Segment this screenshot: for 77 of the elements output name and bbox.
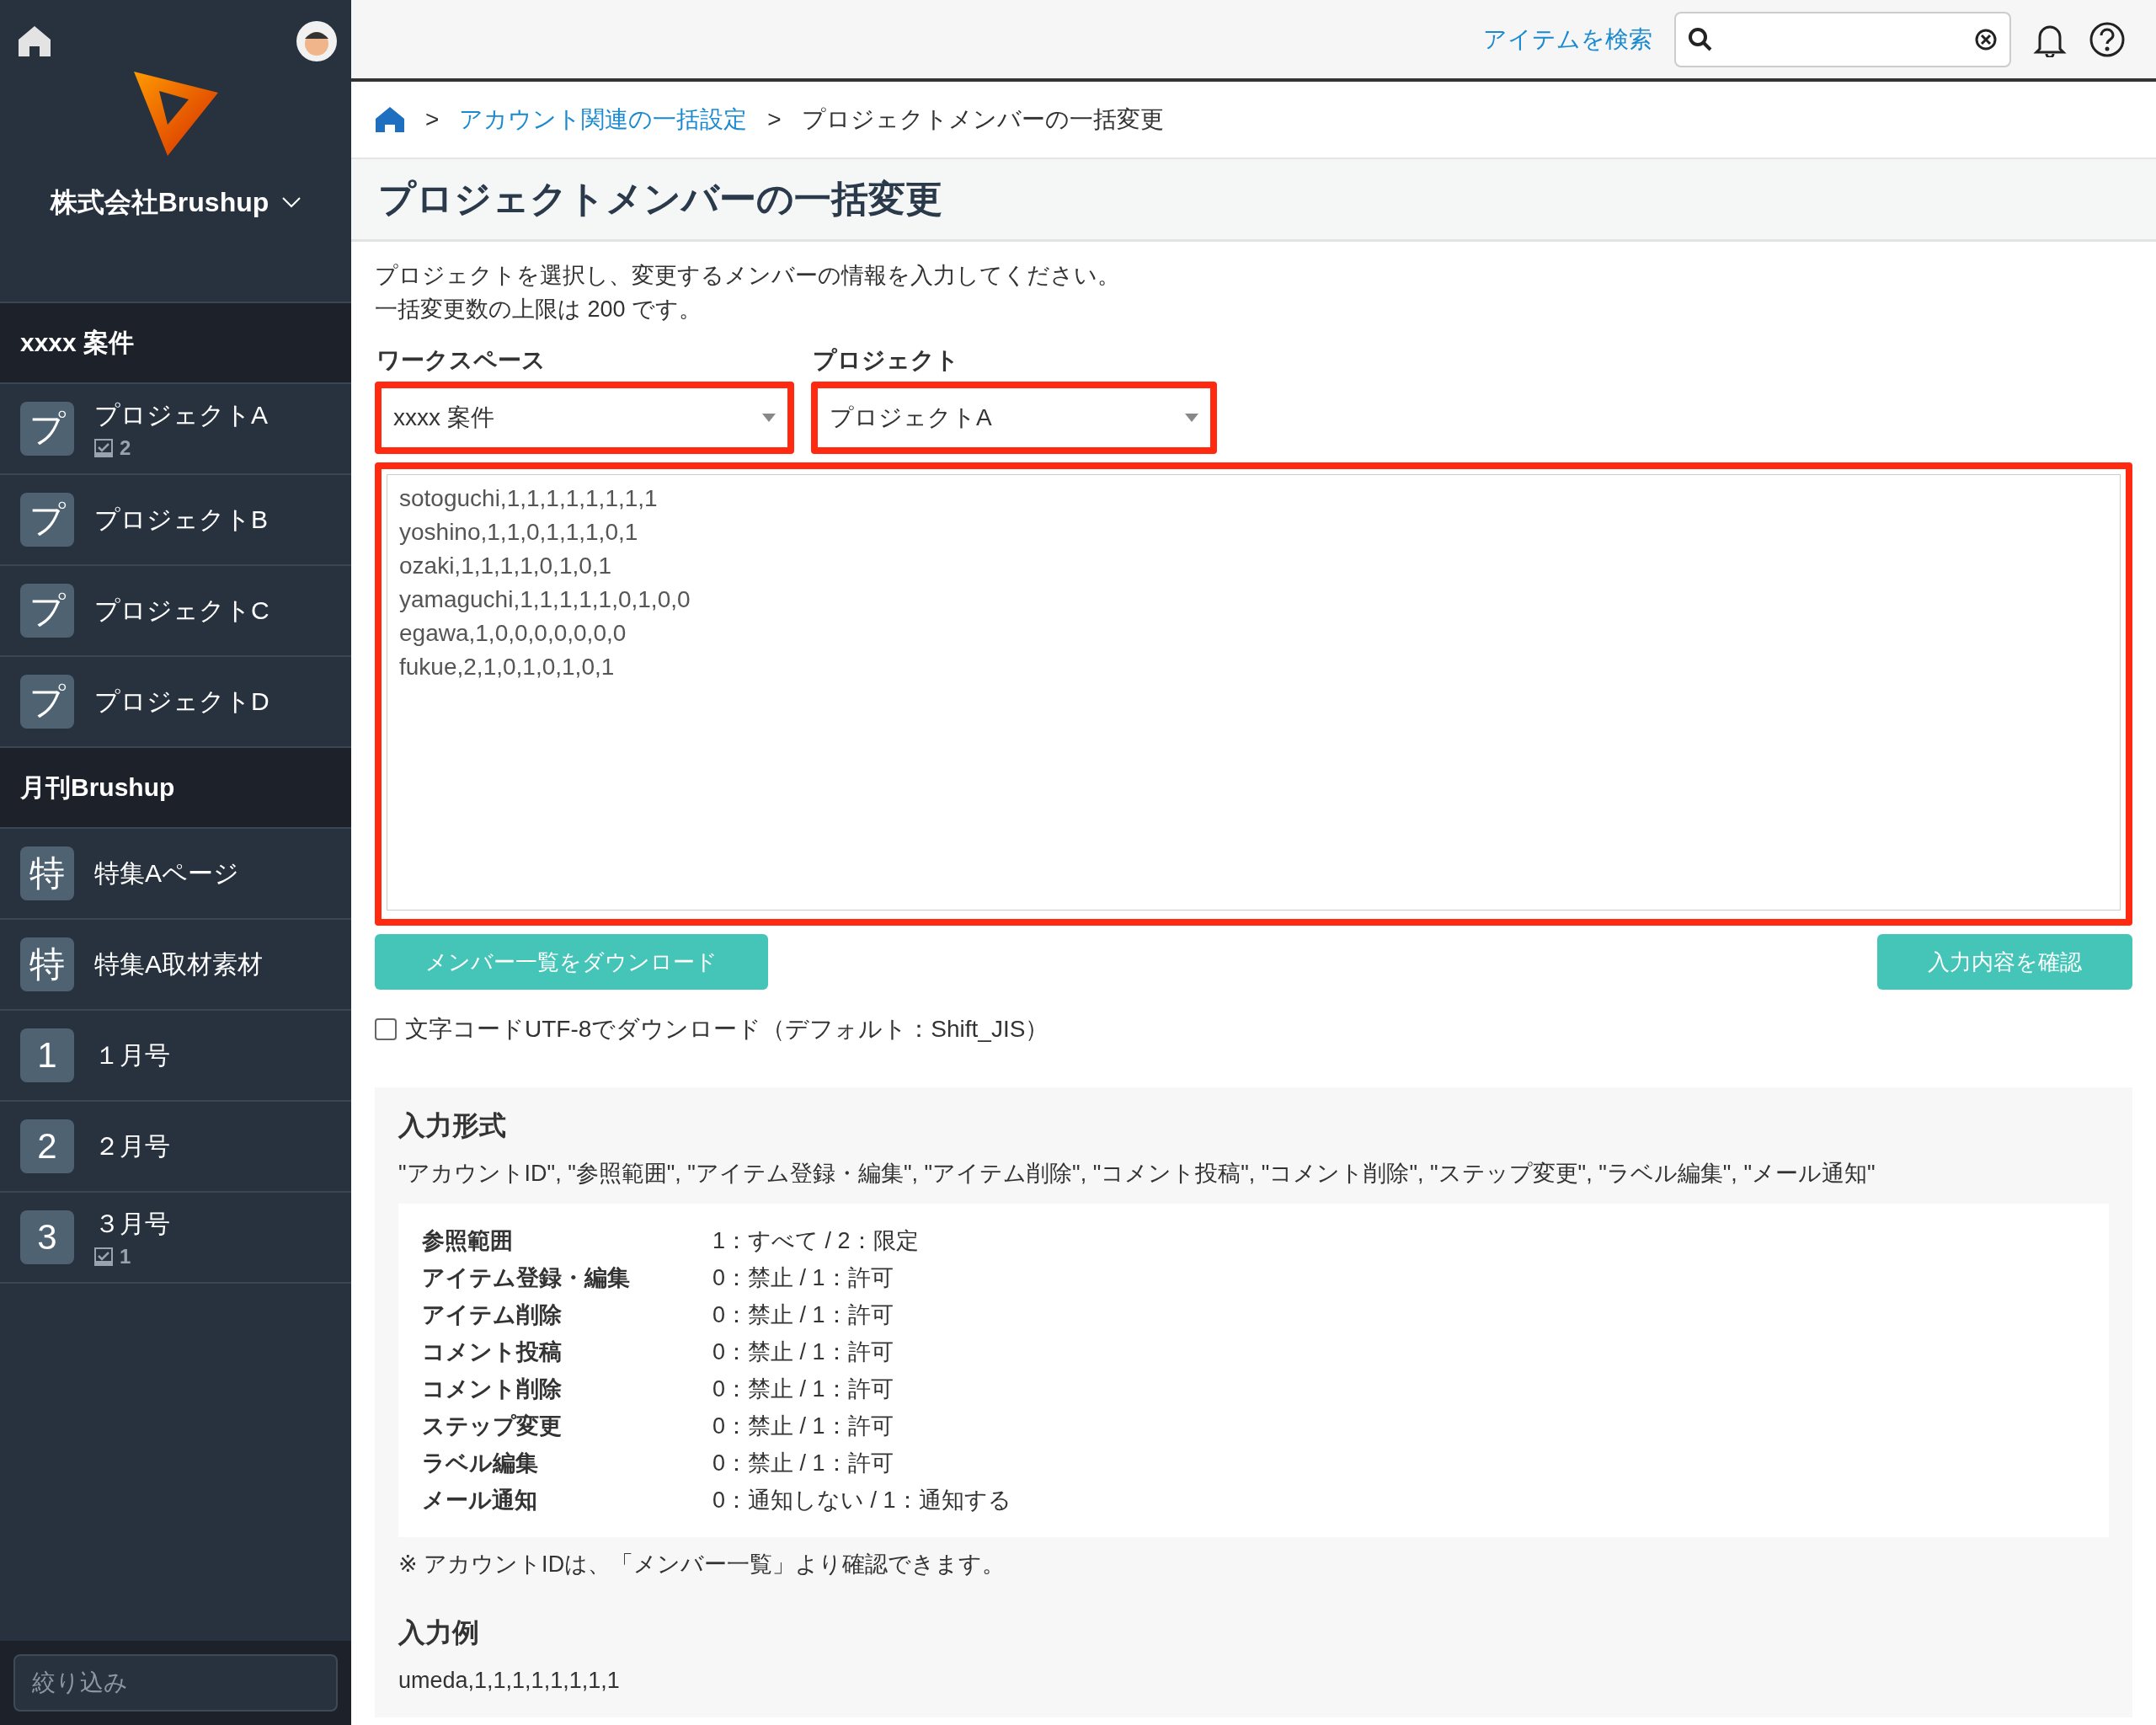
project-tile: 特	[20, 937, 74, 991]
chevron-down-icon	[282, 197, 302, 209]
project-name: １月号	[94, 1039, 170, 1071]
home-icon[interactable]	[17, 24, 52, 58]
project-item[interactable]: 3 ３月号 1	[0, 1193, 351, 1284]
project-item[interactable]: プ プロジェクトB	[0, 475, 351, 566]
project-tile: 2	[20, 1119, 74, 1173]
field-label: ワークスペース	[376, 346, 547, 375]
page-title: プロジェクトメンバーの一括変更	[351, 159, 2156, 242]
project-name: ３月号	[94, 1208, 170, 1239]
filter-field[interactable]: 絞り込み	[13, 1654, 338, 1712]
project-tile: 1	[20, 1028, 74, 1082]
member-input-field[interactable]: sotoguchi,1,1,1,1,1,1,1,1 yoshino,1,1,0,1,1,1,0,1 ozaki,1,1,1,1,0,1,0,1 yamaguchi,1,1,1,1,1,0,1,0,0 egawa,1,0,0,0,0,0,0,0 fukue,2,1,0,1,0,1,0,1	[387, 474, 2121, 911]
table-value: 0：禁止 / 1：許可	[712, 1413, 894, 1440]
project-item[interactable]: 2 ２月号	[0, 1102, 351, 1193]
help-icon[interactable]	[2089, 20, 2126, 58]
breadcrumb-link[interactable]: アカウント関連の一括設定	[459, 104, 748, 136]
dropdown-caret-icon	[762, 414, 776, 422]
workspace-heading[interactable]: 月刊Brushup	[0, 748, 351, 829]
project-tile: プ	[20, 584, 74, 638]
table-label: ステップ変更	[422, 1413, 563, 1440]
intro-text: プロジェクトを選択し、変更するメンバーの情報を入力してください。	[375, 262, 1121, 290]
project-name: プロジェクトD	[94, 686, 270, 717]
table-value: 0：禁止 / 1：許可	[712, 1450, 894, 1477]
project-tile: 特	[20, 846, 74, 900]
company-switcher[interactable]: 株式会社Brushup	[45, 184, 307, 222]
project-item[interactable]: プ プロジェクトA 2	[0, 384, 351, 475]
home-icon[interactable]	[375, 106, 405, 133]
workspace-heading[interactable]: xxxx 案件	[0, 303, 351, 384]
project-name: プロジェクトB	[94, 504, 268, 535]
column-list-text: "アカウントID", "参照範囲", "アイテム登録・編集", "アイテム削除", "コメント投稿", "コメント削除", "ステップ変更", "ラベル編集", "メール通知"	[398, 1160, 1876, 1188]
section-heading: 入力例	[398, 1616, 480, 1649]
checkbox[interactable]	[375, 1018, 397, 1040]
table-label: メール通知	[422, 1487, 538, 1514]
project-item[interactable]: 特 特集Aページ	[0, 829, 351, 920]
project-tile: 3	[20, 1210, 74, 1264]
project-name: プロジェクトA	[94, 399, 268, 430]
table-label: アイテム削除	[422, 1301, 563, 1329]
task-count-icon	[94, 438, 113, 457]
checkbox-label[interactable]: 文字コードUTF-8でダウンロード（デフォルト：Shift_JIS）	[405, 1013, 1049, 1045]
table-value: 0：禁止 / 1：許可	[712, 1375, 894, 1403]
breadcrumb-current: プロジェクトメンバーの一括変更	[801, 105, 1164, 134]
field-label: プロジェクト	[812, 346, 960, 375]
dropdown-caret-icon	[1185, 414, 1198, 422]
task-count: 2	[120, 435, 131, 460]
project-name: ２月号	[94, 1130, 170, 1162]
table-value: 0：禁止 / 1：許可	[712, 1264, 894, 1292]
project-tile: プ	[20, 402, 74, 456]
task-count: 1	[120, 1244, 131, 1268]
table-value: 1：すべて / 2：限定	[712, 1227, 920, 1255]
project-item[interactable]: 特 特集A取材素材	[0, 920, 351, 1011]
section-heading: 入力形式	[398, 1109, 507, 1142]
project-name: 特集A取材素材	[94, 948, 263, 980]
project-item[interactable]: プ プロジェクトC	[0, 566, 351, 657]
table-value: 0：禁止 / 1：許可	[712, 1301, 894, 1329]
table-label: ラベル編集	[422, 1450, 539, 1477]
table-value: 0：禁止 / 1：許可	[712, 1338, 894, 1366]
project-item[interactable]: 1 １月号	[0, 1011, 351, 1102]
search-icon	[1688, 26, 1713, 52]
breadcrumb-separator: >	[425, 106, 440, 133]
project-tile: プ	[20, 493, 74, 547]
table-label: 参照範囲	[422, 1227, 514, 1255]
project-name: プロジェクトC	[94, 595, 270, 626]
project-tile: プ	[20, 675, 74, 729]
table-label: アイテム登録・編集	[422, 1264, 631, 1292]
note-text: ※ アカウントIDは、「メンバー一覧」より確認できます。	[398, 1551, 1006, 1578]
avatar-icon[interactable]	[296, 20, 338, 62]
clear-icon[interactable]	[1974, 27, 1998, 51]
breadcrumb-separator: >	[767, 106, 782, 133]
example-text: umeda,1,1,1,1,1,1,1,1	[398, 1667, 621, 1695]
table-label: コメント投稿	[422, 1338, 563, 1366]
task-count-icon	[94, 1247, 113, 1266]
intro-text: 一括変更数の上限は 200 です。	[375, 296, 703, 323]
table-value: 0：通知しない / 1：通知する	[712, 1487, 1012, 1514]
search-field[interactable]	[1674, 11, 2011, 67]
project-name: 特集Aページ	[94, 857, 239, 889]
table-label: コメント削除	[422, 1375, 563, 1403]
